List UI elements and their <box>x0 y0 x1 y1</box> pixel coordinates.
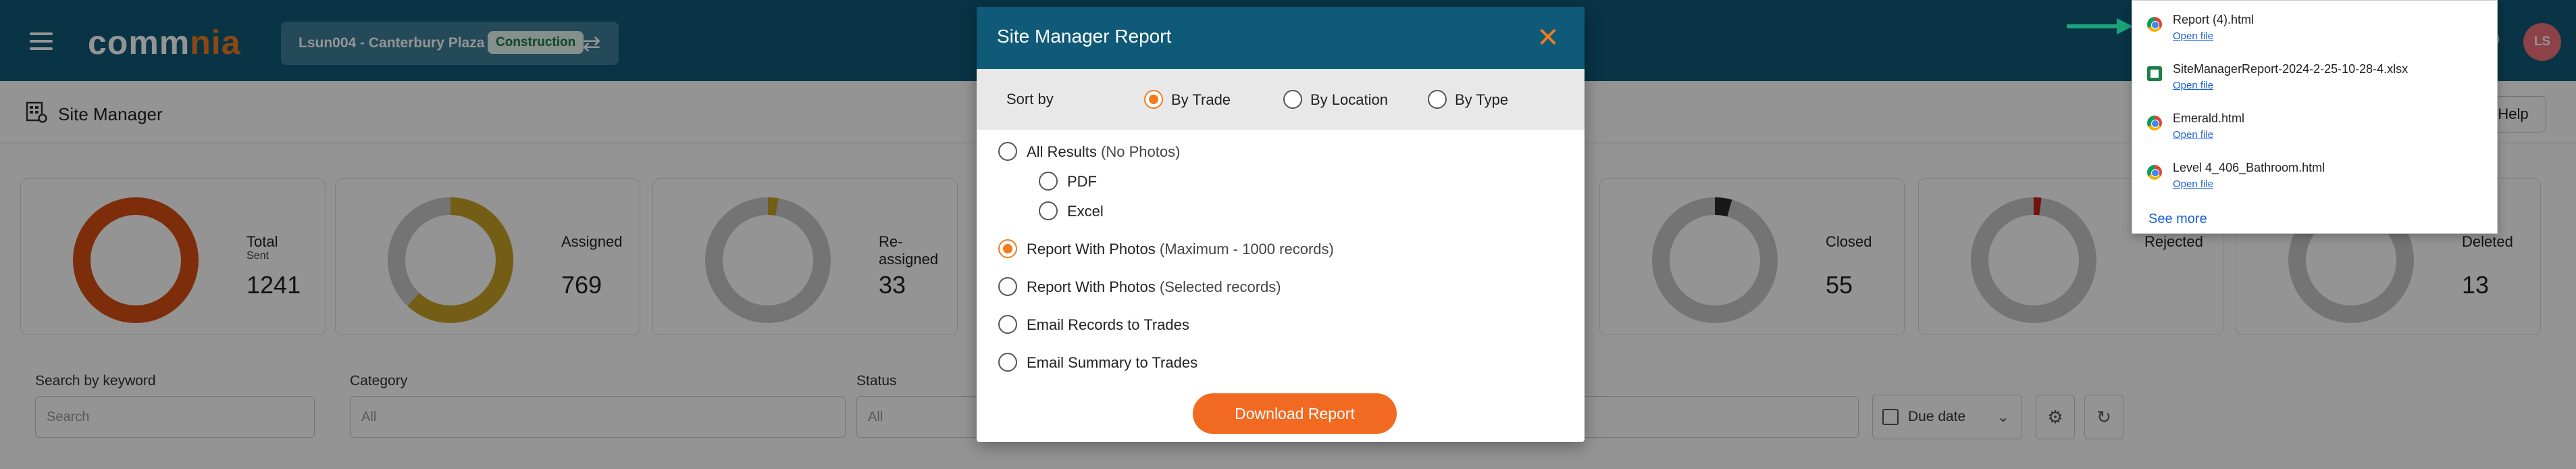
option-title: Report With Photos <box>1027 278 1156 295</box>
report-option-label[interactable]: Email Summary to Trades <box>1027 354 1197 372</box>
report-option-radio[interactable] <box>998 277 1017 296</box>
open-file-link[interactable]: Open file <box>2173 80 2213 91</box>
option-title: Email Records to Trades <box>1027 316 1189 333</box>
sort-radio[interactable] <box>1428 90 1447 109</box>
download-item[interactable]: SiteManagerReport-2024-2-25-10-28-4.xlsx… <box>2132 53 2498 101</box>
see-more-link[interactable]: See more <box>2148 212 2207 227</box>
option-title: Email Summary to Trades <box>1027 354 1198 371</box>
download-report-button[interactable]: Download Report <box>1193 393 1397 434</box>
download-filename: Report (4).html <box>2173 13 2255 26</box>
option-title: PDF <box>1067 173 1097 190</box>
report-option-radio[interactable] <box>998 315 1017 334</box>
open-file-link[interactable]: Open file <box>2173 129 2213 141</box>
chrome-file-icon <box>2147 17 2162 32</box>
open-file-link[interactable]: Open file <box>2173 30 2213 42</box>
report-option-label[interactable]: Report With Photos (Maximum - 1000 recor… <box>1027 241 1334 258</box>
download-filename: SiteManagerReport-2024-2-25-10-28-4.xlsx <box>2173 62 2408 76</box>
report-option-radio[interactable] <box>998 353 1017 372</box>
report-option-radio[interactable] <box>1039 201 1058 220</box>
chrome-file-icon <box>2147 165 2162 180</box>
downloads-panel: Report (4).html Open file SiteManagerRepor… <box>2132 0 2498 234</box>
chrome-file-icon <box>2147 116 2162 130</box>
download-item[interactable]: Report (4).html Open file <box>2132 3 2498 52</box>
sort-option-label[interactable]: By Location <box>1310 91 1388 109</box>
sort-by-label: Sort by <box>1006 91 1054 107</box>
download-filename: Emerald.html <box>2173 112 2245 125</box>
sort-radio[interactable] <box>1283 90 1302 109</box>
report-option-label[interactable]: PDF <box>1067 173 1097 191</box>
option-title: Excel <box>1067 203 1104 220</box>
option-title: Report With Photos <box>1027 241 1156 257</box>
report-option-label[interactable]: Excel <box>1067 203 1104 220</box>
option-note: (Selected records) <box>1159 278 1281 295</box>
report-option-radio[interactable] <box>1039 172 1058 191</box>
report-dialog: Site Manager Report ✕ Sort by By Trade By… <box>977 7 1585 442</box>
report-option-label[interactable]: Email Records to Trades <box>1027 316 1189 334</box>
option-title: All Results <box>1027 143 1097 160</box>
report-option-label[interactable]: All Results (No Photos) <box>1027 143 1180 161</box>
option-note: (Maximum - 1000 records) <box>1159 241 1334 257</box>
arrow-pointer-icon <box>2067 18 2133 34</box>
dialog-title: Site Manager Report <box>997 26 1172 47</box>
sort-by-bar: Sort by By Trade By Location By Type <box>977 69 1585 130</box>
report-option-label[interactable]: Report With Photos (Selected records) <box>1027 278 1281 296</box>
download-item[interactable]: Emerald.html Open file <box>2132 102 2498 151</box>
option-note: (No Photos) <box>1101 143 1181 160</box>
sort-option-label[interactable]: By Trade <box>1171 91 1231 109</box>
sort-radio[interactable] <box>1144 90 1163 109</box>
open-file-link[interactable]: Open file <box>2173 178 2213 190</box>
report-option-radio[interactable] <box>998 142 1017 161</box>
download-filename: Level 4_406_Bathroom.html <box>2173 161 2325 174</box>
download-item[interactable]: Level 4_406_Bathroom.html Open file <box>2132 151 2498 200</box>
dialog-header: Site Manager Report ✕ <box>977 7 1585 69</box>
report-option-radio[interactable] <box>998 239 1017 258</box>
close-icon[interactable]: ✕ <box>1529 19 1567 57</box>
sort-option-label[interactable]: By Type <box>1455 91 1508 109</box>
spreadsheet-file-icon <box>2147 66 2162 81</box>
